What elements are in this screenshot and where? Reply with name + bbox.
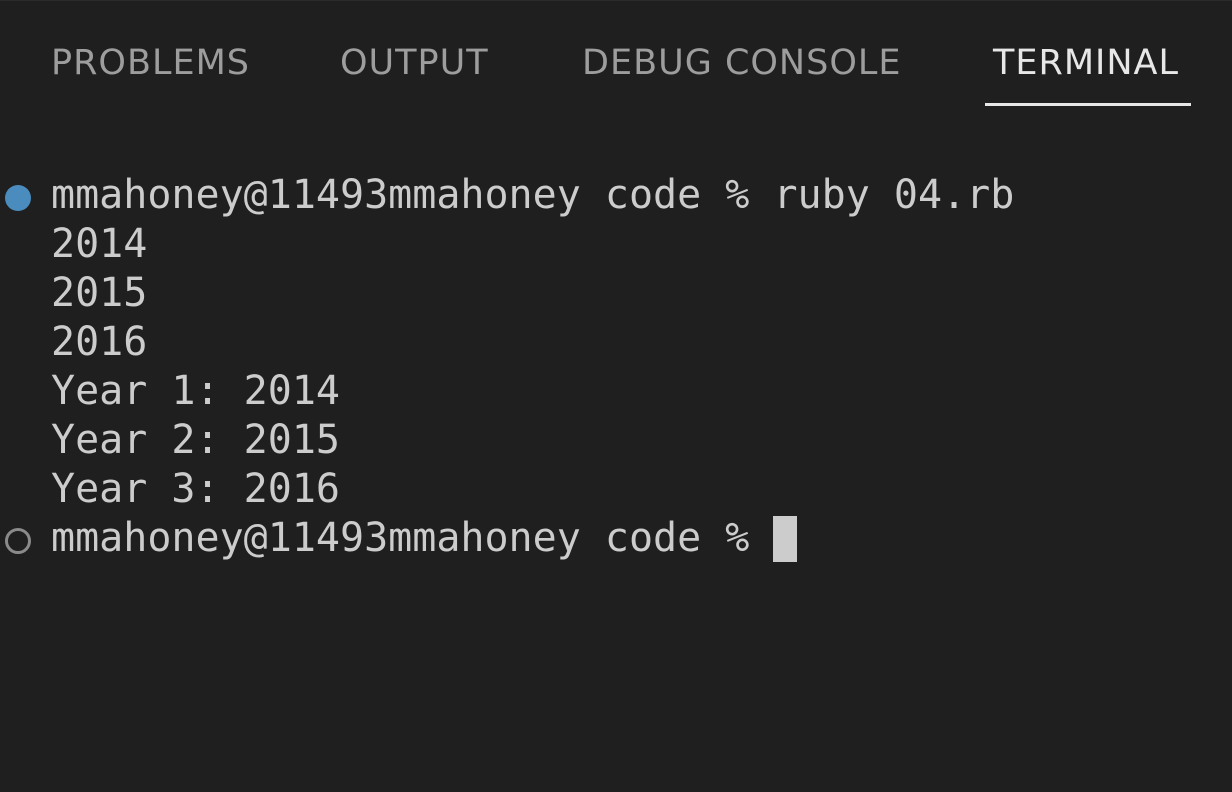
output-line: 2016 bbox=[51, 319, 148, 365]
output-line: 2015 bbox=[51, 270, 148, 316]
command-pending-icon[interactable] bbox=[5, 528, 31, 554]
tab-debug-console[interactable]: DEBUG CONSOLE bbox=[582, 41, 902, 85]
output-line: Year 2: 2015 bbox=[51, 417, 340, 463]
panel-tab-bar: PROBLEMS OUTPUT DEBUG CONSOLE TERMINAL bbox=[0, 1, 1232, 111]
current-prompt: mmahoney@11493mmahoney code % bbox=[51, 515, 774, 561]
command-line: mmahoney@11493mmahoney code % ruby 04.rb bbox=[51, 172, 1015, 218]
active-tab-indicator bbox=[985, 103, 1191, 106]
tab-terminal[interactable]: TERMINAL bbox=[993, 41, 1179, 85]
cursor-icon bbox=[773, 516, 798, 562]
output-line: 2014 bbox=[51, 221, 148, 267]
terminal-output[interactable]: mmahoney@11493mmahoney code % ruby 04.rb… bbox=[0, 171, 1232, 771]
tab-problems[interactable]: PROBLEMS bbox=[51, 41, 250, 85]
tab-output[interactable]: OUTPUT bbox=[340, 41, 489, 85]
terminal-panel: PROBLEMS OUTPUT DEBUG CONSOLE TERMINAL m… bbox=[0, 0, 1232, 792]
output-line: Year 1: 2014 bbox=[51, 368, 340, 414]
current-prompt-line: mmahoney@11493mmahoney code % bbox=[51, 514, 798, 563]
command-success-icon[interactable] bbox=[5, 185, 31, 211]
output-line: Year 3: 2016 bbox=[51, 466, 340, 512]
